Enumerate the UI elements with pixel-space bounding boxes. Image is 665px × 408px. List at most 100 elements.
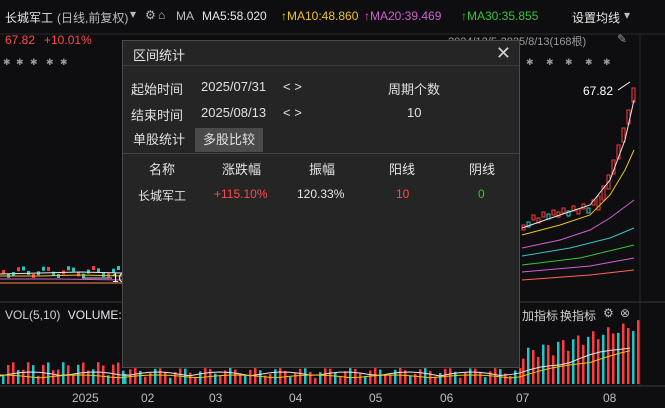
ma30-line: [521, 227, 635, 257]
candle: [576, 208, 581, 215]
volume-bar: [159, 368, 162, 384]
event-marker-icon[interactable]: ✱: [546, 57, 554, 67]
period-count-value: 10: [407, 105, 422, 120]
event-marker-icon[interactable]: ✱: [565, 57, 573, 67]
volume-bar: [52, 370, 55, 384]
volume-bar: [219, 376, 222, 384]
start-time-value[interactable]: 2025/07/31: [201, 79, 266, 94]
volume-bar: [154, 368, 157, 384]
ma120-line: [521, 257, 635, 273]
volume-bar: [2, 376, 5, 384]
volume-bar: [304, 368, 307, 384]
volume-bar: [552, 355, 555, 384]
close-icon[interactable]: ✕: [496, 43, 511, 64]
volume-bar: [384, 374, 387, 384]
x-tick: 08: [603, 391, 617, 405]
volume-bar: [324, 368, 327, 384]
volume-bar: [72, 375, 75, 384]
volume-bar: [399, 368, 402, 384]
event-marker-icon[interactable]: ✱: [526, 57, 534, 67]
candle: [42, 266, 45, 271]
ma20-value: ↑MA20:39.469: [364, 9, 442, 23]
x-tick: 05: [369, 391, 383, 405]
candle: [67, 266, 70, 271]
x-tick: 04: [289, 391, 303, 405]
volume-bar: [464, 372, 467, 384]
event-marker-icon[interactable]: ✱: [585, 57, 593, 67]
volume-bar: [509, 376, 512, 384]
volume-bar: [229, 368, 232, 384]
volume-bar: [542, 344, 545, 384]
close-icon[interactable]: ⊗: [620, 306, 630, 320]
start-time-stepper[interactable]: < >: [283, 79, 302, 94]
row-change: +115.10%: [214, 187, 268, 201]
x-tick: 2025: [72, 391, 99, 405]
volume-bar: [92, 369, 95, 384]
candle: [77, 272, 80, 277]
ma20-line: [521, 199, 635, 249]
volume-bar: [394, 369, 397, 384]
volume-bar: [424, 368, 427, 384]
volume-bar: [37, 375, 40, 384]
candle: [97, 268, 100, 273]
gear-icon[interactable]: ⚙: [145, 8, 156, 22]
volume-bar: [582, 344, 585, 384]
end-time-stepper[interactable]: < >: [283, 105, 302, 120]
volume-bar: [314, 377, 317, 384]
switch-indicator-button[interactable]: 换指标: [560, 307, 596, 324]
candle: [72, 267, 75, 272]
chevron-down-icon[interactable]: ▾: [624, 8, 630, 22]
volume-bar: [269, 373, 272, 384]
volume-bar: [144, 376, 147, 384]
event-marker-icon[interactable]: ✱: [16, 57, 24, 67]
gear-icon[interactable]: ⚙: [603, 306, 614, 320]
volume-bar: [469, 368, 472, 384]
volume-bar: [562, 340, 565, 384]
volume-label: VOL(5,10) VOLUME:: [5, 308, 122, 322]
interval-stats-dialog[interactable]: 区间统计 ✕ 起始时间 2025/07/31 < > 周期个数 结束时间 202…: [122, 40, 520, 368]
tab-multi-stock[interactable]: 多股比较: [195, 128, 264, 152]
volume-bar: [607, 327, 610, 384]
candle: [82, 273, 85, 278]
period-count-label: 周期个数: [388, 82, 441, 97]
volume-bar: [612, 333, 615, 384]
event-marker-icon[interactable]: ✱: [603, 57, 611, 67]
pin-icon[interactable]: ✎: [617, 32, 627, 46]
event-marker-icon[interactable]: ✱: [3, 57, 11, 67]
volume-bar: [189, 372, 192, 384]
event-marker-icon[interactable]: ✱: [46, 57, 54, 67]
volume-bar: [57, 369, 60, 384]
volume-bar: [259, 370, 262, 384]
volume-bar: [27, 362, 30, 384]
volume-bar: [602, 334, 605, 384]
candle: [92, 266, 95, 271]
ma5-value: MA5:58.020: [202, 9, 267, 23]
x-tick: 02: [141, 391, 155, 405]
volume-bar: [527, 347, 530, 384]
lock-icon[interactable]: ⌂: [158, 8, 165, 22]
settings-ma-button[interactable]: 设置均线: [572, 9, 620, 26]
volume-bar: [459, 377, 462, 384]
candle: [551, 209, 556, 216]
end-time-value[interactable]: 2025/08/13: [201, 105, 266, 120]
event-marker-icon[interactable]: ✱: [30, 57, 38, 67]
add-indicator-button[interactable]: 加指标: [522, 307, 558, 324]
volume-bar: [537, 356, 540, 384]
dropdown-icon[interactable]: ▾: [130, 7, 136, 21]
candle: [17, 267, 20, 272]
candle: [561, 207, 566, 214]
ma20-line: [0, 278, 123, 281]
tab-single-stock[interactable]: 单股统计: [125, 128, 193, 152]
event-marker-icon[interactable]: ✱: [60, 57, 68, 67]
volume-bar: [632, 331, 635, 384]
dialog-title: 区间统计: [133, 48, 186, 63]
candle: [117, 266, 120, 271]
volume-bar: [592, 331, 595, 384]
volume-bar: [587, 336, 590, 384]
candle: [586, 207, 591, 214]
candle: [22, 266, 25, 271]
volume-bar: [284, 370, 287, 384]
volume-bar: [214, 373, 217, 384]
stock-name[interactable]: 长城军工: [5, 9, 53, 26]
volume-bar: [532, 350, 535, 384]
